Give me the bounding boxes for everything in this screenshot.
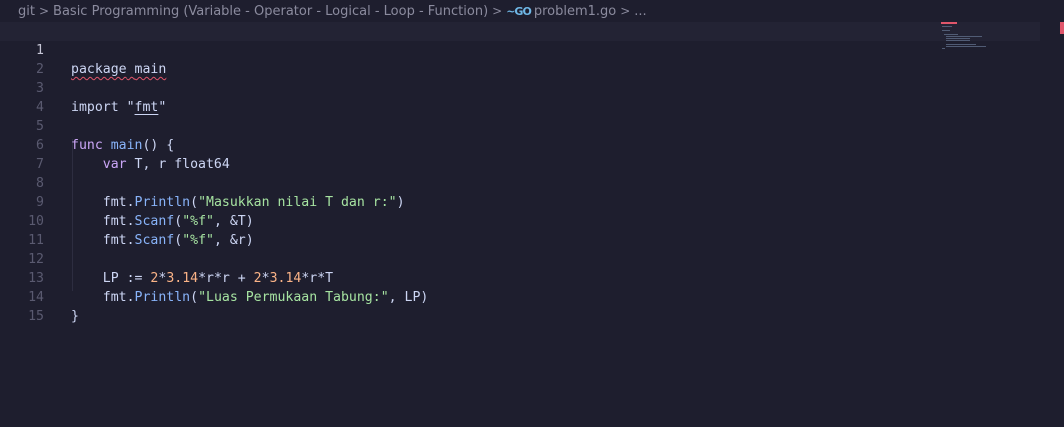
minimap-line xyxy=(942,26,952,27)
code-line-9[interactable]: 9 fmt.Scanf("%f", &T) xyxy=(0,174,1040,229)
code-line-13[interactable]: 13 fmt.Println("Luas Permukaan Tabung:",… xyxy=(0,250,1040,305)
code-line-1[interactable]: 1 package main xyxy=(0,22,1040,77)
breadcrumb-item-git[interactable]: git xyxy=(18,4,35,19)
breadcrumb-item-file[interactable]: problem1.go xyxy=(534,4,616,19)
code-line-6[interactable]: 6 var T, r float64 xyxy=(0,117,1040,172)
minimap-line xyxy=(942,48,945,49)
minimap-line xyxy=(946,36,982,37)
chevron-right-icon: > xyxy=(620,4,631,18)
go-icon: ~GO xyxy=(506,4,532,18)
minimap-line xyxy=(946,40,970,41)
breadcrumb-item-symbols[interactable]: ... xyxy=(634,4,646,19)
code-line-10[interactable]: 10 fmt.Scanf("%f", &r) xyxy=(0,193,1040,248)
line-code[interactable]: } xyxy=(71,307,79,326)
minimap-line xyxy=(946,46,986,47)
code-line-4[interactable]: 4 xyxy=(0,79,1040,115)
breadcrumb-item-folder[interactable]: Basic Programming (Variable - Operator -… xyxy=(53,4,488,19)
code-line-8[interactable]: 8 fmt.Println("Masukkan nilai T dan r:") xyxy=(0,155,1040,210)
code-line-5[interactable]: 5 func main() { xyxy=(0,98,1040,153)
minimap[interactable] xyxy=(938,22,998,62)
vertical-scrollbar[interactable] xyxy=(1049,22,1064,427)
minimap-error-marker xyxy=(941,22,957,24)
closing-brace: } xyxy=(71,309,79,324)
scrollbar-error-marker xyxy=(1060,22,1064,34)
code-line-12[interactable]: 12 LP := 2*3.14*r*r + 2*3.14*r*T xyxy=(0,231,1040,286)
code-line-3[interactable]: 3 import "fmt" xyxy=(0,60,1040,115)
code-line-15[interactable]: 15 xyxy=(0,288,1040,324)
code-line-11[interactable]: 11 xyxy=(0,212,1040,248)
chevron-right-icon: > xyxy=(492,4,503,18)
code-line-2[interactable]: 2 xyxy=(0,41,1040,77)
code-area[interactable]: 1 package main 2 3 import "fmt" 4 5 func… xyxy=(0,22,1040,427)
minimap-line xyxy=(942,30,950,31)
minimap-line xyxy=(944,34,958,35)
code-line-7[interactable]: 7 xyxy=(0,136,1040,172)
minimap-line xyxy=(946,38,970,39)
code-line-14[interactable]: 14 } xyxy=(0,269,1040,324)
line-number: 15 xyxy=(28,309,44,324)
breadcrumb: git > Basic Programming (Variable - Oper… xyxy=(0,0,1064,22)
code-editor[interactable]: git > Basic Programming (Variable - Oper… xyxy=(0,0,1064,427)
chevron-right-icon: > xyxy=(38,4,50,18)
minimap-line xyxy=(946,44,976,45)
